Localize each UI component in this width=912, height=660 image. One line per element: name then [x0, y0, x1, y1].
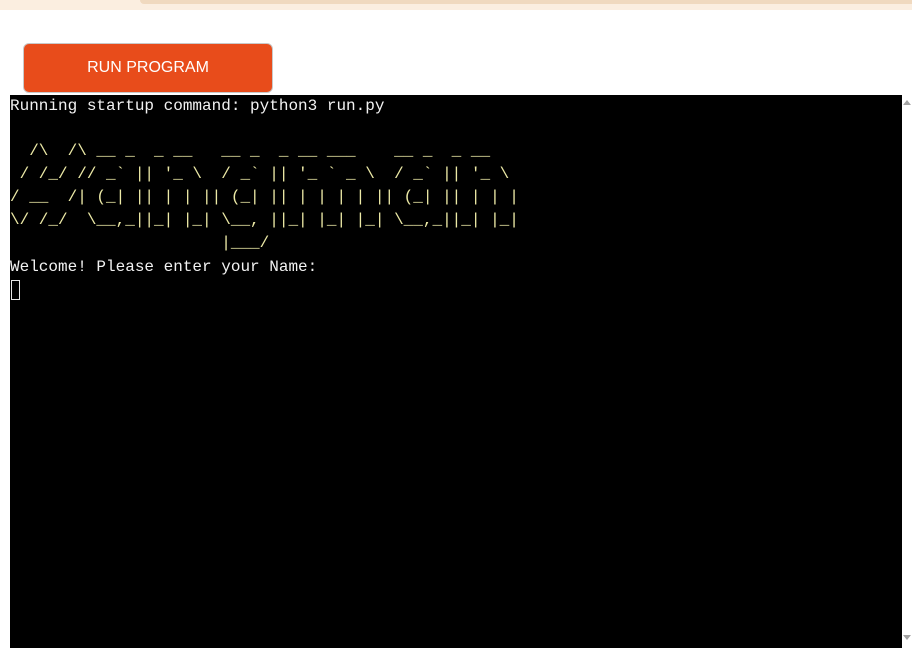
- run-program-button[interactable]: RUN PROGRAM: [23, 43, 273, 93]
- ascii-art-line: \/ /_/ \__,_||_| |_| \__, ||_| |_| |_| \…: [10, 211, 519, 229]
- ascii-art-line: /\ /\ __ _ _ __ __ _ _ __ ___ __ _ _ __: [10, 142, 491, 160]
- toolbar: RUN PROGRAM: [0, 10, 912, 95]
- terminal-window[interactable]: Running startup command: python3 run.py …: [10, 95, 902, 648]
- ascii-art-line: / __ /| (_| || | | || (_| || | | | | || …: [10, 188, 519, 206]
- ascii-art-line: / /_/ // _` || '_ \ / _` || '_ ` _ \ / _…: [10, 165, 510, 183]
- name-prompt-line: Welcome! Please enter your Name:: [10, 258, 318, 276]
- startup-command-line: Running startup command: python3 run.py: [10, 97, 385, 115]
- browser-top-strip: [0, 0, 912, 10]
- top-strip-divider: [140, 0, 912, 4]
- chevron-up-icon[interactable]: [903, 100, 911, 105]
- terminal-scrollbar[interactable]: [902, 95, 912, 648]
- ascii-art-line: |___/: [10, 234, 270, 252]
- block-cursor-icon[interactable]: [11, 280, 20, 300]
- chevron-down-icon[interactable]: [903, 635, 911, 640]
- page-bottom-strip: [0, 648, 912, 660]
